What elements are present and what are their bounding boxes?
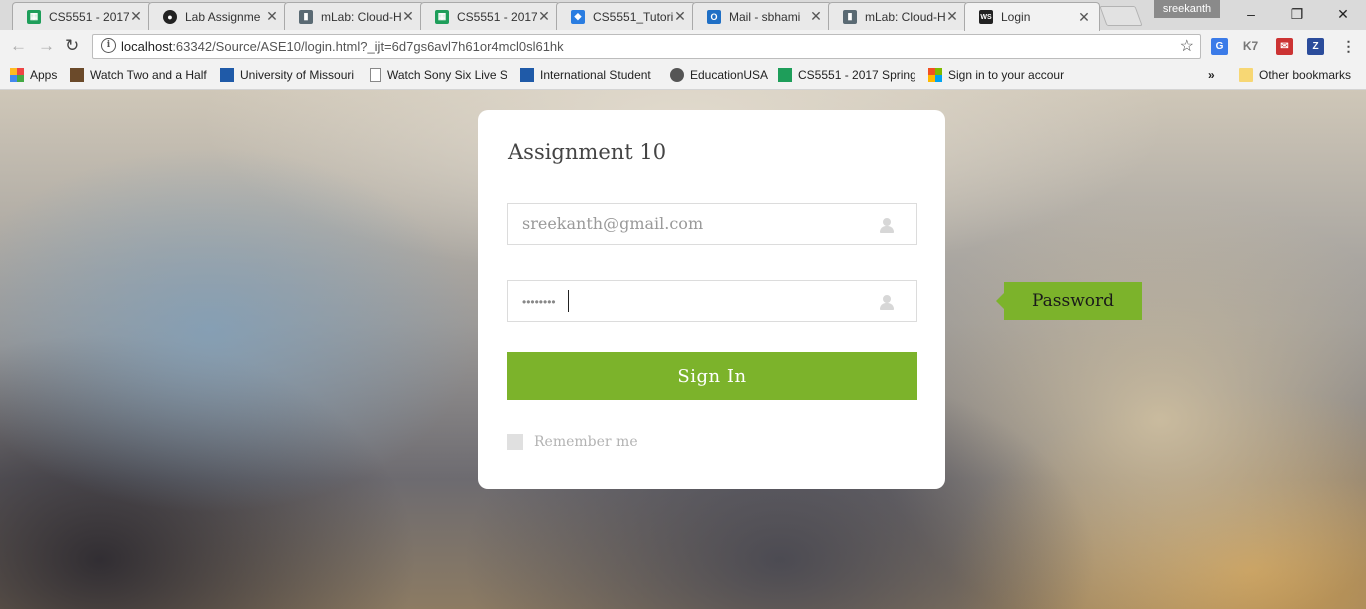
umkc-icon [220, 68, 234, 82]
profile-badge[interactable]: sreekanth [1154, 0, 1220, 18]
close-icon[interactable]: ✕ [401, 8, 415, 25]
user-icon [880, 218, 894, 234]
login-card: Assignment 10 sreekanth@gmail.com ••••••… [478, 110, 945, 489]
bookmarks-overflow-button[interactable]: » [1208, 68, 1222, 82]
tab-title: Lab Assignme [185, 9, 261, 24]
bookmark-label: University of Missouri [240, 68, 355, 82]
tab-strip: ▦ CS5551 - 2017 ✕ ● Lab Assignme ✕ ▮ mLa… [0, 0, 1366, 31]
translate-extension-icon[interactable]: G [1211, 38, 1228, 55]
mlab-icon: ▮ [843, 9, 857, 24]
restore-icon[interactable]: ❐ [1274, 0, 1320, 28]
bookmark-star-icon[interactable]: ☆ [1180, 36, 1194, 56]
bookmark-item[interactable]: Watch Two and a Half [70, 68, 207, 82]
page-background: Assignment 10 sreekanth@gmail.com ••••••… [0, 90, 1366, 609]
browser-tab-active[interactable]: WS Login ✕ [964, 2, 1100, 31]
folder-icon [1239, 68, 1253, 82]
sheets-icon: ▦ [27, 9, 41, 24]
page-icon [370, 68, 381, 82]
minimize-icon[interactable]: – [1228, 0, 1274, 28]
bookmark-label: Apps [30, 68, 58, 82]
remember-me[interactable]: Remember me [507, 434, 638, 450]
reload-icon[interactable]: ↻ [65, 37, 79, 55]
browser-tab[interactable]: ▦ CS5551 - 2017 ✕ [12, 2, 152, 30]
bookmark-label: Sign in to your accour [948, 68, 1065, 82]
forward-icon[interactable]: → [38, 37, 55, 55]
close-icon[interactable]: ✕ [265, 8, 279, 25]
umkc-icon [520, 68, 534, 82]
tab-title: CS5551 - 2017 [457, 9, 537, 24]
tab-title: Mail - sbhami [729, 9, 801, 24]
other-bookmarks[interactable]: Other bookmarks [1239, 68, 1359, 82]
browser-tab[interactable]: ▮ mLab: Cloud-H ✕ [828, 2, 968, 30]
bookmark-label: Other bookmarks [1259, 68, 1352, 82]
tab-title: CS5551 - 2017 [49, 9, 129, 24]
email-value: sreekanth@gmail.com [522, 214, 704, 233]
url-text: localhost:63342/Source/ASE10/login.html?… [121, 39, 564, 54]
tab-title: CS5551_Tutori [593, 9, 673, 24]
browser-tab[interactable]: ▮ mLab: Cloud-H ✕ [284, 2, 424, 30]
bookmarks-bar: Apps Watch Two and a Half University of … [0, 63, 1366, 90]
bookmark-label: Watch Two and a Half [90, 68, 207, 82]
browser-toolbar: ← → ↻ i localhost:63342/Source/ASE10/log… [0, 30, 1366, 63]
close-icon[interactable]: ✕ [129, 8, 143, 25]
close-icon[interactable]: ✕ [809, 8, 823, 25]
info-icon[interactable]: i [101, 38, 116, 53]
github-icon: ● [163, 9, 177, 24]
back-icon[interactable]: ← [10, 37, 27, 55]
address-bar[interactable]: i localhost:63342/Source/ASE10/login.htm… [92, 34, 1201, 59]
menu-icon[interactable]: ⋮ [1340, 38, 1357, 55]
flag-extension-icon[interactable]: ✉ [1276, 38, 1293, 55]
bookmark-label: CS5551 - 2017 Spring [798, 68, 915, 82]
browser-tab[interactable]: ▦ CS5551 - 2017 ✕ [420, 2, 560, 30]
bookmark-item[interactable]: University of Missouri [220, 68, 356, 82]
bookmark-item[interactable]: Watch Sony Six Live S [370, 68, 507, 82]
sign-in-button[interactable]: Sign In [507, 352, 917, 400]
tab-title: mLab: Cloud-H [865, 9, 945, 24]
browser-tab[interactable]: ◆ CS5551_Tutori ✕ [556, 2, 696, 30]
user-icon [880, 295, 894, 311]
browser-tab[interactable]: O Mail - sbhami ✕ [692, 2, 832, 30]
password-tooltip: Password [996, 282, 1142, 320]
tab-title: mLab: Cloud-H [321, 9, 401, 24]
zotero-extension-icon[interactable]: Z [1307, 38, 1324, 55]
outlook-icon: O [707, 9, 721, 24]
bookmark-label: Watch Sony Six Live S [387, 68, 507, 82]
bookmark-item[interactable]: EducationUSA [670, 68, 770, 82]
bookmark-item[interactable]: Sign in to your accour [928, 68, 1066, 82]
sheets-icon [778, 68, 792, 82]
tab-title: Login [1001, 10, 1031, 24]
seal-icon [670, 68, 684, 82]
password-field[interactable]: •••••••• [507, 280, 917, 322]
close-icon[interactable]: ✕ [1077, 9, 1091, 26]
bookmark-label: EducationUSA [690, 68, 769, 82]
browser-tab[interactable]: ● Lab Assignme ✕ [148, 2, 288, 30]
mlab-icon: ▮ [299, 9, 313, 24]
close-icon[interactable]: ✕ [945, 8, 959, 25]
password-value: •••••••• [522, 295, 556, 309]
microsoft-icon [928, 68, 942, 82]
close-icon[interactable]: ✕ [673, 8, 687, 25]
page-title: Assignment 10 [508, 140, 667, 164]
close-icon[interactable]: ✕ [537, 8, 551, 25]
close-window-icon[interactable]: ✕ [1320, 0, 1366, 28]
apps-grid-icon [10, 68, 24, 82]
film-icon [70, 68, 84, 82]
remember-checkbox[interactable] [507, 434, 523, 450]
bookmark-apps[interactable]: Apps [10, 68, 70, 82]
bookmark-label: International Student [540, 68, 651, 82]
email-field[interactable]: sreekanth@gmail.com [507, 203, 917, 245]
text-caret [568, 290, 569, 312]
bookmark-item[interactable]: International Student [520, 68, 655, 82]
dropbox-icon: ◆ [571, 9, 585, 24]
new-tab-button[interactable] [1099, 6, 1143, 26]
webstorm-icon: WS [979, 10, 993, 24]
remember-label: Remember me [534, 434, 638, 450]
k7-extension-icon[interactable]: K7 [1242, 38, 1259, 55]
bookmark-item[interactable]: CS5551 - 2017 Spring [778, 68, 915, 82]
sheets-icon: ▦ [435, 9, 449, 24]
